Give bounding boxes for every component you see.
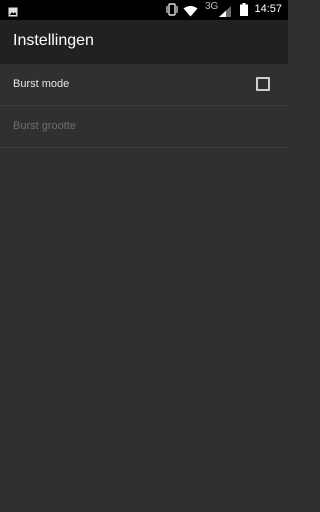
status-bar: 3G 14:57 (0, 0, 288, 20)
network-type-label: 3G (205, 1, 219, 12)
clock: 14:57 (254, 3, 282, 15)
vibrate-icon (165, 3, 179, 21)
page-title: Instellingen (13, 32, 94, 49)
battery-icon (240, 3, 248, 21)
burst-size-preference: Burst grootte (0, 106, 288, 148)
app-bar: Instellingen (0, 20, 288, 64)
burst-mode-label: Burst mode (13, 78, 70, 90)
burst-mode-checkbox[interactable] (256, 77, 270, 91)
burst-mode-preference[interactable]: Burst mode (0, 64, 288, 106)
burst-size-label: Burst grootte (13, 120, 76, 132)
